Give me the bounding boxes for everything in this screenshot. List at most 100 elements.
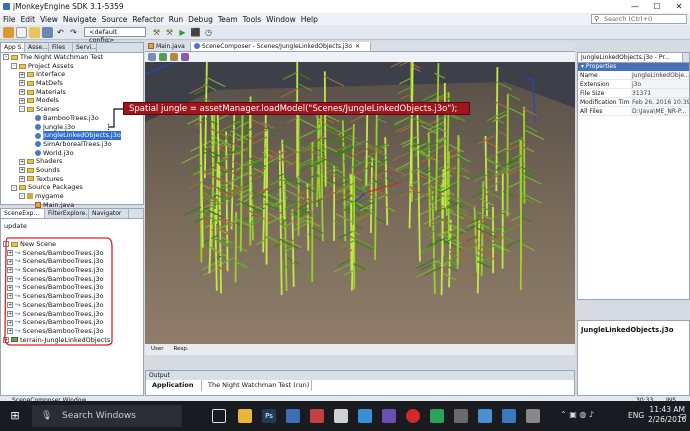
app-icon-14[interactable] <box>526 409 540 423</box>
tab-scene-composer[interactable]: SceneComposer - Scenes/JungleLinkedObjec… <box>191 42 371 51</box>
notifications-icon[interactable]: ▭ <box>676 409 690 423</box>
maximize-button[interactable]: ☐ <box>646 0 668 13</box>
project-tree-item[interactable]: + MatDefs <box>3 79 143 88</box>
app-icon-8[interactable] <box>382 409 396 423</box>
property-row[interactable]: All Files D:\Java\ME_NR-P... <box>578 107 689 116</box>
property-row[interactable]: Modification TimeFeb 26, 2016 10:39... <box>578 98 689 107</box>
tab-projects[interactable]: App S... <box>1 43 25 52</box>
expand-icon[interactable]: + <box>19 158 25 165</box>
project-tree-item[interactable]: + Textures <box>3 175 143 184</box>
scale-icon[interactable] <box>181 53 189 61</box>
tray-icons[interactable]: ⌃ ▣ ◍ ♪ <box>560 410 594 419</box>
photoshop-icon[interactable]: Ps <box>262 409 276 423</box>
close-tab-icon[interactable]: ✕ <box>355 43 360 50</box>
rotate-icon[interactable] <box>170 53 178 61</box>
project-tree-item[interactable]: SimArborealTrees.j3o <box>3 140 143 149</box>
app-icon-5[interactable] <box>310 409 324 423</box>
menu-refactor[interactable]: Refactor <box>132 15 163 24</box>
project-tree-item[interactable]: - Project Assets <box>3 62 143 71</box>
language-indicator[interactable]: ENG <box>628 411 644 420</box>
menu-window[interactable]: Window <box>266 15 296 24</box>
project-tree-label: Interface <box>36 70 66 79</box>
collapse-icon[interactable]: - <box>3 54 9 61</box>
config-select[interactable]: <default config> <box>84 27 146 44</box>
new-file-icon[interactable] <box>16 26 27 38</box>
expand-icon[interactable]: + <box>19 167 25 174</box>
property-row[interactable]: File Size 31371 <box>578 89 689 98</box>
user-toggle[interactable]: User <box>151 344 164 355</box>
project-tree-item[interactable]: - mygame <box>3 192 143 201</box>
close-button[interactable]: ✕ <box>668 0 690 13</box>
build-icon[interactable]: ⚒ <box>151 27 162 38</box>
expand-icon[interactable]: + <box>19 71 25 78</box>
project-tree-item[interactable]: + Sounds <box>3 166 143 175</box>
folder-icon <box>27 89 34 95</box>
expand-icon[interactable]: + <box>19 89 25 96</box>
property-value: D:\Java\ME_NR-P... <box>630 107 689 115</box>
undo-icon[interactable]: ↶ <box>55 27 66 38</box>
redo-icon[interactable]: ↷ <box>68 27 79 38</box>
open-project-icon[interactable] <box>29 26 40 38</box>
app-icon-12[interactable] <box>478 409 492 423</box>
menu-team[interactable]: Team <box>218 15 238 24</box>
menu-debug[interactable]: Debug <box>188 15 213 24</box>
tab-navigator[interactable]: Navigator <box>89 209 129 218</box>
collapse-icon[interactable]: - <box>19 106 25 113</box>
move-icon[interactable] <box>159 53 167 61</box>
expand-icon[interactable]: + <box>19 175 25 182</box>
tab-application[interactable]: Application <box>146 380 202 391</box>
opera-icon[interactable] <box>406 409 420 423</box>
tab-files[interactable]: Files <box>49 43 73 52</box>
search-input[interactable]: ⚲ Search (Ctrl+I) <box>591 14 687 24</box>
tab-assets[interactable]: Asse... <box>25 43 49 52</box>
debug-icon[interactable]: ⬛ <box>190 27 201 38</box>
project-tree-label: Sounds <box>36 165 60 174</box>
collapse-icon[interactable]: - <box>11 63 17 70</box>
menu-file[interactable]: File <box>3 15 16 24</box>
camera-icon[interactable] <box>148 53 156 61</box>
expand-icon[interactable]: + <box>19 80 25 87</box>
save-all-icon[interactable] <box>42 26 53 38</box>
app-icon-10[interactable] <box>430 409 444 423</box>
menu-run[interactable]: Run <box>169 15 183 24</box>
menu-tools[interactable]: Tools <box>243 15 261 24</box>
tab-run-output[interactable]: The Night Watchman Test (run) ✕ <box>202 380 312 391</box>
project-tree-item[interactable]: - Source Packages <box>3 183 143 192</box>
property-row[interactable]: Extension j3o <box>578 80 689 89</box>
file-explorer-icon[interactable] <box>238 409 252 423</box>
project-tree-item[interactable]: - The Night Watchman Test <box>3 53 143 62</box>
minimize-button[interactable]: — <box>624 0 646 13</box>
menu-view[interactable]: View <box>40 15 58 24</box>
project-tree-item[interactable]: + Shaders <box>3 157 143 166</box>
app-icon-7[interactable] <box>358 409 372 423</box>
menu-source[interactable]: Source <box>102 15 128 24</box>
clean-build-icon[interactable]: ⚒ <box>164 27 175 38</box>
windows-start-icon[interactable]: ⊞ <box>8 409 22 423</box>
package-icon <box>27 193 33 200</box>
resp-toggle[interactable]: Resp. <box>174 344 189 355</box>
menu-navigate[interactable]: Navigate <box>63 15 97 24</box>
menu-help[interactable]: Help <box>301 15 318 24</box>
collapse-icon[interactable]: - <box>11 184 17 191</box>
tab-properties[interactable]: JungleLinkedObjects.j3o - Pr... <box>578 53 683 62</box>
taskbar-search-box[interactable]: 🎙 Search Windows <box>32 405 182 427</box>
project-tree-item[interactable]: + Materials <box>3 88 143 97</box>
tab-filter-explorer[interactable]: FilterExplore... <box>45 209 89 218</box>
app-icon-11[interactable] <box>454 409 468 423</box>
expand-icon[interactable]: + <box>19 97 25 104</box>
new-project-icon[interactable] <box>3 26 14 38</box>
tab-main-java[interactable]: Main.java <box>145 42 191 51</box>
project-tree-item[interactable]: World.j3o <box>3 149 143 158</box>
project-tree-item[interactable]: + Interface <box>3 70 143 79</box>
tab-services[interactable]: Servi... <box>73 43 97 52</box>
tab-scene-explorer[interactable]: SceneExp... <box>1 209 45 218</box>
task-view-icon[interactable] <box>212 409 226 423</box>
app-icon-13[interactable] <box>502 409 516 423</box>
run-icon[interactable]: ▶ <box>177 27 188 38</box>
menu-edit[interactable]: Edit <box>21 15 36 24</box>
app-icon-6[interactable] <box>334 409 348 423</box>
collapse-icon[interactable]: - <box>19 193 25 200</box>
property-row[interactable]: Name JungleLinkedObje... <box>578 71 689 80</box>
jmonkey-icon[interactable] <box>286 409 300 423</box>
profile-icon[interactable]: ◷ <box>203 27 214 38</box>
